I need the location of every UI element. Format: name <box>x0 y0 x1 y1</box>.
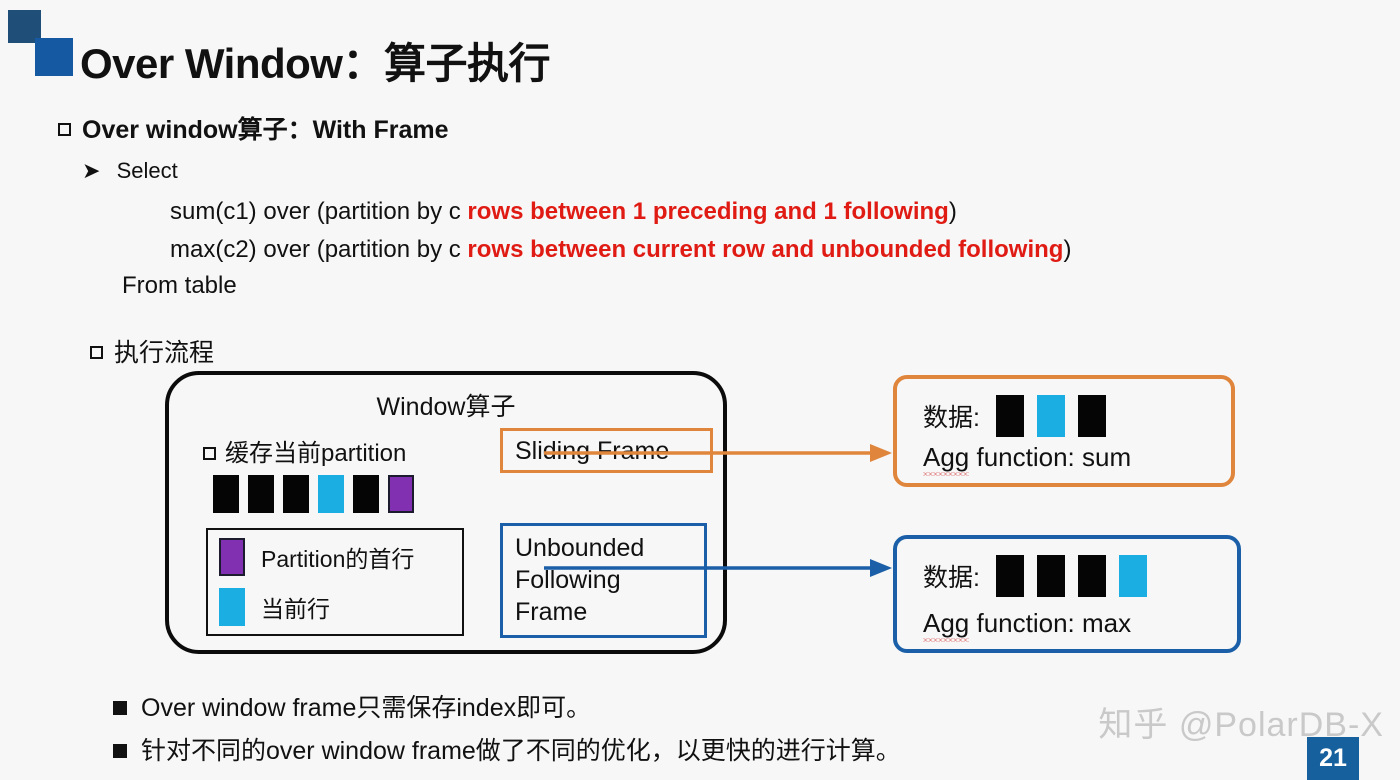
legend-label: 当前行 <box>261 596 330 622</box>
heading-exec-flow: 执行流程 <box>90 333 214 369</box>
result-block <box>1036 555 1065 597</box>
heading-with-frame: Over window算子：With Frame <box>58 110 448 146</box>
unbounded-frame-label: Unbounded Following Frame <box>515 534 645 626</box>
result-sum-blocks <box>995 395 1106 437</box>
hollow-square-bullet-icon <box>90 346 103 359</box>
page-number-badge: 21 <box>1307 737 1359 780</box>
heading-exec-flow-label: 执行流程 <box>114 339 215 367</box>
filled-square-bullet-icon <box>113 701 127 715</box>
result-sum-data-label: 数据: <box>923 404 980 432</box>
result-block <box>995 395 1024 437</box>
row-block-current <box>318 475 344 513</box>
sliding-frame-label: Sliding Frame <box>515 436 670 465</box>
result-box-max: 数据: Agg function: max <box>893 535 1241 653</box>
result-sum-agg: Agg function: sum <box>923 442 1131 473</box>
code-max-prefix: max(c2) over (partition by c <box>170 236 468 263</box>
result-max-data-label: 数据: <box>923 564 980 592</box>
legend-item-current-row: 当前行 <box>219 588 330 626</box>
code-max-highlight: rows between current row and unbounded f… <box>467 236 1064 263</box>
slide-canvas: Over Window：算子执行 Over window算子：With Fram… <box>0 0 1400 780</box>
row-block <box>248 475 274 513</box>
result-sum-agg-text: function: sum <box>969 442 1132 472</box>
result-sum-agg-word: Agg <box>923 442 970 476</box>
heading-with-frame-label: Over window算子：With Frame <box>82 116 449 144</box>
legend-swatch-cyan-icon <box>219 588 245 626</box>
result-block <box>995 555 1024 597</box>
legend-box: Partition的首行 当前行 <box>206 528 464 636</box>
arrow-bullet-icon: ➤ <box>82 158 101 183</box>
legend-swatch-purple-icon <box>219 538 245 576</box>
cache-partition-text: 缓存当前partition <box>225 440 407 467</box>
bottom-note-2: 针对不同的over window frame做了不同的优化，以更快的进行计算。 <box>113 731 901 767</box>
cache-partition-label: 缓存当前partition <box>203 433 406 468</box>
result-max-data-row: 数据: <box>923 555 1147 597</box>
select-label: Select <box>116 158 178 183</box>
code-line-from: From table <box>122 272 237 299</box>
hollow-square-bullet-icon <box>203 447 216 460</box>
result-block <box>1077 395 1106 437</box>
result-block-current <box>1036 395 1065 437</box>
row-block-partition-first <box>388 475 414 513</box>
result-max-agg: Agg function: max <box>923 608 1131 639</box>
logo-square-bottom-icon <box>35 38 73 76</box>
legend-label: Partition的首行 <box>261 546 415 572</box>
code-sum-suffix: ) <box>948 198 957 225</box>
result-block-current <box>1118 555 1147 597</box>
code-sum-highlight: rows between 1 preceding and 1 following <box>467 198 949 225</box>
result-max-agg-word: Agg <box>923 608 970 642</box>
select-line: ➤ Select <box>82 158 178 184</box>
bottom-note-2-label: 针对不同的over window frame做了不同的优化，以更快的进行计算。 <box>141 737 901 765</box>
code-max-suffix: ) <box>1063 236 1072 263</box>
legend-item-partition-first: Partition的首行 <box>219 538 414 576</box>
code-line-max: max(c2) over (partition by c rows betwee… <box>170 236 1071 264</box>
row-block <box>353 475 379 513</box>
unbounded-following-frame-box[interactable]: Unbounded Following Frame <box>500 523 707 638</box>
result-block <box>1077 555 1106 597</box>
window-operator-box: Window算子 缓存当前partition Partition的首行 当前行 … <box>165 371 727 654</box>
sliding-frame-box[interactable]: Sliding Frame <box>500 428 713 473</box>
bottom-note-1-label: Over window frame只需保存index即可。 <box>141 694 592 722</box>
partition-row-blocks <box>213 475 414 513</box>
page-title: Over Window：算子执行 <box>80 40 550 87</box>
result-max-agg-text: function: max <box>969 608 1132 638</box>
window-operator-title: Window算子 <box>376 393 516 421</box>
row-block <box>283 475 309 513</box>
bottom-note-1: Over window frame只需保存index即可。 <box>113 688 591 724</box>
hollow-square-bullet-icon <box>58 123 71 136</box>
result-max-blocks <box>995 555 1147 597</box>
result-sum-data-row: 数据: <box>923 395 1106 437</box>
code-line-sum: sum(c1) over (partition by c rows betwee… <box>170 198 957 226</box>
code-sum-prefix: sum(c1) over (partition by c <box>170 198 468 225</box>
result-box-sum: 数据: Agg function: sum <box>893 375 1235 487</box>
filled-square-bullet-icon <box>113 744 127 758</box>
row-block <box>213 475 239 513</box>
